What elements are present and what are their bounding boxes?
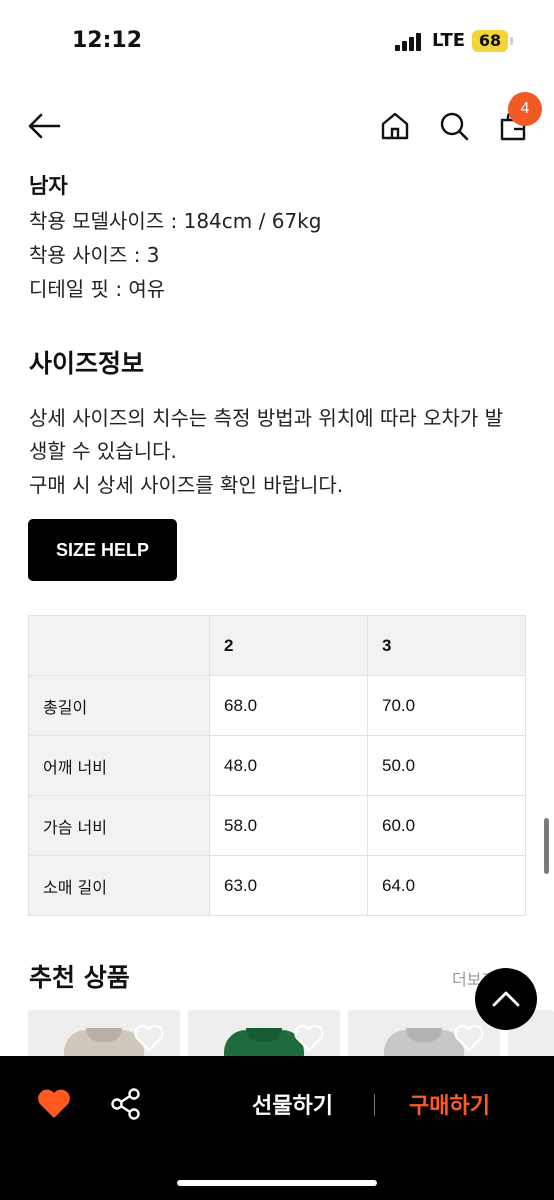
network-label: LTE bbox=[432, 30, 466, 51]
table-cell: 70.0 bbox=[367, 675, 526, 736]
header bbox=[0, 92, 554, 162]
like-button[interactable] bbox=[34, 1086, 74, 1122]
search-button[interactable] bbox=[432, 104, 476, 148]
scroll-to-top-button[interactable] bbox=[475, 968, 537, 1030]
table-row: 가슴 너비 58.0 60.0 bbox=[28, 795, 526, 856]
table-cell: 60.0 bbox=[367, 795, 526, 856]
scrollbar-thumb[interactable] bbox=[544, 818, 549, 874]
recommended-title: 추천 상품 bbox=[29, 963, 130, 992]
back-button[interactable] bbox=[22, 104, 66, 148]
battery-tip bbox=[510, 37, 513, 45]
divider bbox=[374, 1094, 375, 1116]
size-description-line: 구매 시 상세 사이즈를 확인 바랍니다. bbox=[29, 473, 344, 497]
size-info-title: 사이즈정보 bbox=[29, 349, 145, 378]
size-table: 2 3 총길이 68.0 70.0 어깨 너비 48.0 50.0 가슴 너비 … bbox=[28, 615, 526, 916]
model-fit-detail: 디테일 핏 : 여유 bbox=[29, 277, 166, 301]
model-size-info: 착용 모델사이즈 : 184cm / 67kg bbox=[29, 209, 322, 233]
heart-icon bbox=[38, 1089, 70, 1118]
row-label: 가슴 너비 bbox=[28, 795, 210, 856]
table-row: 총길이 68.0 70.0 bbox=[28, 675, 526, 736]
row-label: 어깨 너비 bbox=[28, 735, 210, 796]
table-header-row: 2 3 bbox=[28, 615, 526, 676]
wishlist-heart-icon[interactable] bbox=[133, 1024, 165, 1052]
battery-level: 68 bbox=[478, 31, 502, 50]
status-bar: 12:12 LTE 68 bbox=[0, 0, 554, 84]
table-cell: 50.0 bbox=[367, 735, 526, 796]
battery-icon: 68 bbox=[472, 30, 508, 52]
bottom-action-bar: 선물하기 구매하기 bbox=[0, 1056, 554, 1200]
wishlist-heart-icon[interactable] bbox=[453, 1024, 485, 1052]
buy-button[interactable]: 구매하기 bbox=[409, 1088, 490, 1120]
table-row: 어깨 너비 48.0 50.0 bbox=[28, 735, 526, 796]
size-description-line: 상세 사이즈의 치수는 측정 방법과 위치에 따라 오차가 발 bbox=[29, 406, 504, 430]
table-cell: 58.0 bbox=[209, 795, 368, 856]
home-indicator bbox=[177, 1180, 377, 1186]
home-button[interactable] bbox=[373, 104, 417, 148]
search-icon bbox=[440, 112, 469, 141]
arrow-left-icon bbox=[28, 113, 61, 139]
share-button[interactable] bbox=[106, 1086, 146, 1122]
share-icon bbox=[111, 1088, 140, 1120]
model-gender: 남자 bbox=[29, 174, 68, 198]
table-header-cell bbox=[28, 615, 210, 676]
table-row: 소매 길이 63.0 64.0 bbox=[28, 855, 526, 916]
table-header-cell: 2 bbox=[209, 615, 368, 676]
status-time: 12:12 bbox=[72, 28, 143, 53]
table-cell: 64.0 bbox=[367, 855, 526, 916]
table-cell: 48.0 bbox=[209, 735, 368, 796]
size-description-line: 생할 수 있습니다. bbox=[29, 439, 177, 463]
gift-button[interactable]: 선물하기 bbox=[252, 1088, 333, 1120]
table-cell: 63.0 bbox=[209, 855, 368, 916]
table-header-cell: 3 bbox=[367, 615, 526, 676]
wishlist-heart-icon[interactable] bbox=[293, 1024, 325, 1052]
model-worn-size: 착용 사이즈 : 3 bbox=[29, 243, 160, 267]
row-label: 총길이 bbox=[28, 675, 210, 736]
chevron-up-icon bbox=[492, 991, 520, 1007]
size-help-button[interactable]: SIZE HELP bbox=[28, 519, 177, 581]
cart-count-badge: 4 bbox=[508, 92, 542, 126]
table-cell: 68.0 bbox=[209, 675, 368, 736]
row-label: 소매 길이 bbox=[28, 855, 210, 916]
signal-icon bbox=[395, 33, 423, 51]
home-icon bbox=[381, 112, 409, 140]
